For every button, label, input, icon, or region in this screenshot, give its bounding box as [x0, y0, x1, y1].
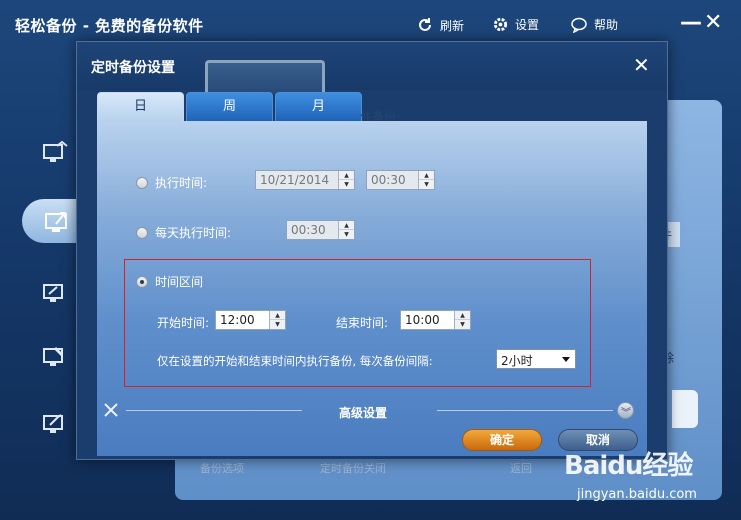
settings-button[interactable]: 设置 [492, 16, 539, 33]
interval-radio[interactable] [136, 275, 148, 288]
refresh-icon [419, 18, 431, 31]
chevron-down-icon [562, 357, 570, 362]
run-time-stepper[interactable]: ▲ ▼ [418, 171, 434, 189]
home-monitor-icon [43, 140, 68, 162]
settings-label: 设置 [515, 18, 540, 32]
panel-edge-button [672, 390, 698, 428]
advanced-expand-button[interactable]: ︾ [617, 402, 634, 419]
restore-monitor-icon [43, 284, 63, 302]
start-time-stepper[interactable]: ▲ ▼ [269, 311, 285, 329]
daily-time-option[interactable]: 每天执行时间: [136, 224, 231, 241]
run-time-input[interactable]: 00:30 ▲ ▼ [366, 170, 435, 190]
tab-weekly[interactable]: 周 [186, 92, 273, 122]
app-title: 轻松备份 - 免费的备份软件 [15, 17, 204, 35]
end-time-label: 结束时间: [336, 316, 389, 330]
advanced-divider-left [126, 410, 302, 411]
scheduled-backup-fragment[interactable]: 定时备份关闭 [320, 457, 386, 479]
end-time-value: 10:00 [405, 313, 440, 327]
dialog-title: 定时备份设置 [91, 60, 175, 76]
minimize-button[interactable]: — [680, 10, 702, 36]
interval-description: 仅在设置的开始和结束时间内执行备份, 每次备份间隔: [157, 354, 433, 368]
close-app-button[interactable]: ✕ [704, 10, 722, 36]
interval-select[interactable]: 2小时 [496, 349, 576, 369]
tools-monitor-icon [43, 414, 63, 433]
wrench-screwdriver-icon [104, 403, 118, 417]
baidu-watermark: Baidu经验 [564, 451, 693, 481]
daily-time-input[interactable]: 00:30 ▲ ▼ [286, 220, 355, 240]
run-date-input[interactable]: 10/21/2014 ▲ ▼ [255, 170, 355, 190]
interval-select-value: 2小时 [501, 354, 533, 368]
refresh-button[interactable]: 刷新 [416, 16, 464, 34]
dialog-close-button[interactable]: ✕ [633, 53, 650, 77]
interval-label: 时间区间 [155, 275, 204, 289]
baidu-watermark-url: jingyan.baidu.com [577, 487, 697, 502]
run-date-value: 10/21/2014 [260, 173, 330, 187]
end-time-stepper[interactable]: ▲ ▼ [454, 311, 470, 329]
clone-monitor-icon [43, 346, 64, 366]
dialog-monitor-graphic [205, 60, 325, 94]
run-date-stepper[interactable]: ▲ ▼ [338, 171, 354, 189]
daily-time-label: 每天执行时间: [155, 226, 232, 240]
backup-monitor-icon [45, 212, 67, 232]
schedule-dialog: 定时备份设置 ✕ 日 周 月 件备份 [76, 41, 668, 460]
interval-option[interactable]: 时间区间 [136, 273, 203, 290]
chat-bubble-icon [571, 17, 587, 33]
start-time-value: 12:00 [220, 313, 255, 327]
ok-button[interactable]: 确定 [462, 429, 542, 451]
start-time-input[interactable]: 12:00 ▲ ▼ [215, 310, 286, 330]
run-time-radio[interactable] [136, 176, 148, 189]
start-time-label: 开始时间: [157, 316, 210, 330]
run-time-value: 00:30 [371, 173, 406, 187]
help-button[interactable]: 帮助 [570, 16, 618, 33]
tab-monthly[interactable]: 月 [275, 92, 362, 122]
back-fragment[interactable]: 返回 [510, 457, 532, 479]
schedule-tabs: 日 周 月 [97, 92, 364, 122]
gear-icon [493, 17, 508, 32]
run-time-option[interactable]: 执行时间: [136, 174, 207, 191]
end-time-input[interactable]: 10:00 ▲ ▼ [400, 310, 471, 330]
advanced-divider-right [437, 410, 613, 411]
double-chevron-down-icon: ︾ [621, 408, 631, 419]
refresh-label: 刷新 [440, 18, 465, 33]
daily-time-radio[interactable] [136, 226, 148, 239]
tab-daily[interactable]: 日 [97, 92, 184, 122]
run-time-label: 执行时间: [155, 176, 208, 190]
dialog-header: 定时备份设置 ✕ [77, 42, 667, 94]
daily-time-stepper[interactable]: ▲ ▼ [338, 221, 354, 239]
daily-time-value: 00:30 [291, 223, 326, 237]
help-label: 帮助 [594, 18, 619, 32]
backup-options-fragment[interactable]: 备份选项 [200, 457, 244, 479]
advanced-settings-label[interactable]: 高级设置 [339, 404, 387, 421]
